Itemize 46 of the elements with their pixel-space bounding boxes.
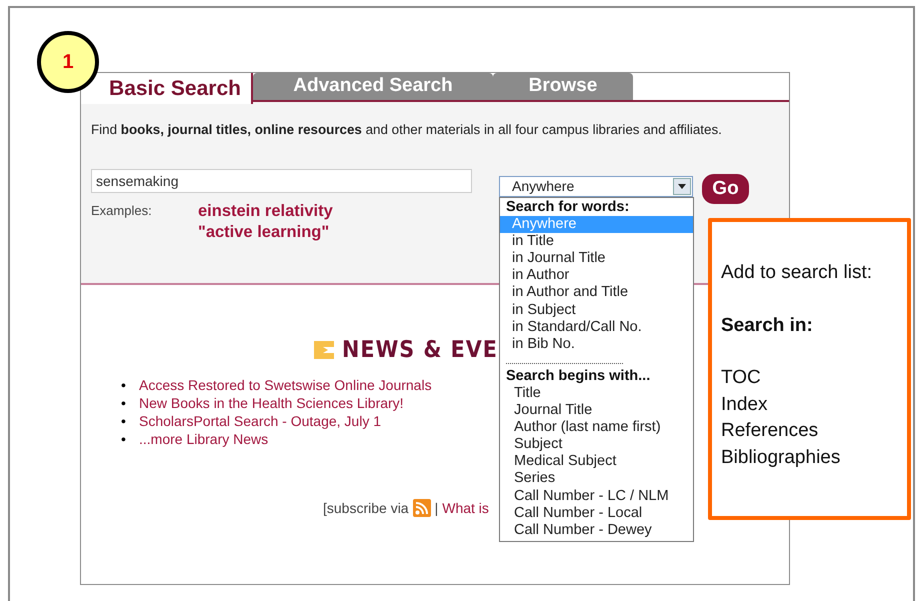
menu-option[interactable]: in Title (500, 233, 693, 250)
callout-item: TOC (721, 366, 762, 390)
callout-item: Index (721, 392, 768, 416)
menu-option[interactable]: in Subject (500, 302, 693, 319)
what-is-link[interactable]: What is (442, 499, 489, 517)
tab[interactable]: Basic Search (81, 73, 253, 104)
menu-group-header: Search begins with... (505, 368, 652, 385)
bullet: • (121, 430, 127, 448)
step-number-badge: 1 (37, 31, 99, 93)
go-button[interactable]: Go (702, 174, 749, 204)
bullet: • (121, 394, 127, 412)
menu-option[interactable]: in Author and Title (500, 284, 693, 302)
menu-option[interactable]: Journal Title (500, 402, 693, 420)
callout-text: Add to search list: (721, 261, 874, 285)
callout-item: Bibliographies (721, 446, 842, 470)
menu-option[interactable]: in Journal Title (500, 250, 693, 268)
menu-option[interactable]: Series (500, 470, 693, 488)
bullet: • (121, 376, 127, 394)
menu-option[interactable]: Call Number - LC / NLM (500, 488, 693, 505)
menu-group-header: Search for words: (505, 199, 630, 216)
news-heading: NEWS & EVE (342, 336, 498, 365)
news-icon (314, 341, 334, 360)
menu-option[interactable]: in Author (500, 267, 693, 284)
search-field[interactable]: sensemaking (91, 169, 472, 194)
news-link[interactable]: ScholarsPortal Search - Outage, July 1 (139, 412, 382, 430)
menu-option[interactable]: Title (500, 384, 693, 402)
news-link[interactable]: New Books in the Health Sciences Library! (139, 394, 404, 412)
menu-option[interactable]: in Standard/Call No. (500, 318, 693, 336)
intro-text: Find books, journal titles, online resources and other materials in all four campus libraries and affiliates. (91, 121, 723, 139)
menu-option[interactable]: in Bib No. (500, 336, 693, 353)
callout-heading: Search in: (721, 314, 814, 338)
example-link[interactable]: einstein relativity (198, 201, 333, 222)
divider-text: | (434, 498, 438, 518)
scope-select[interactable]: Anywhere (499, 176, 693, 197)
menu-option[interactable]: Subject (500, 436, 693, 454)
menu-option[interactable]: Author (last name first) (500, 419, 693, 436)
bullet: • (121, 412, 127, 430)
menu-option[interactable]: Medical Subject (500, 453, 693, 470)
menu-option[interactable]: Call Number - Dewey (500, 522, 693, 539)
examples-label: Examples: (91, 202, 153, 220)
subscribe-text: [subscribe via (323, 498, 409, 518)
news-link[interactable]: ...more Library News (139, 430, 268, 448)
news-link[interactable]: Access Restored to Swetswise Online Journals (139, 376, 432, 394)
example-link[interactable]: "active learning" (198, 222, 333, 244)
menu-option[interactable]: Call Number - Local (500, 504, 693, 522)
callout-item: References (721, 419, 820, 443)
